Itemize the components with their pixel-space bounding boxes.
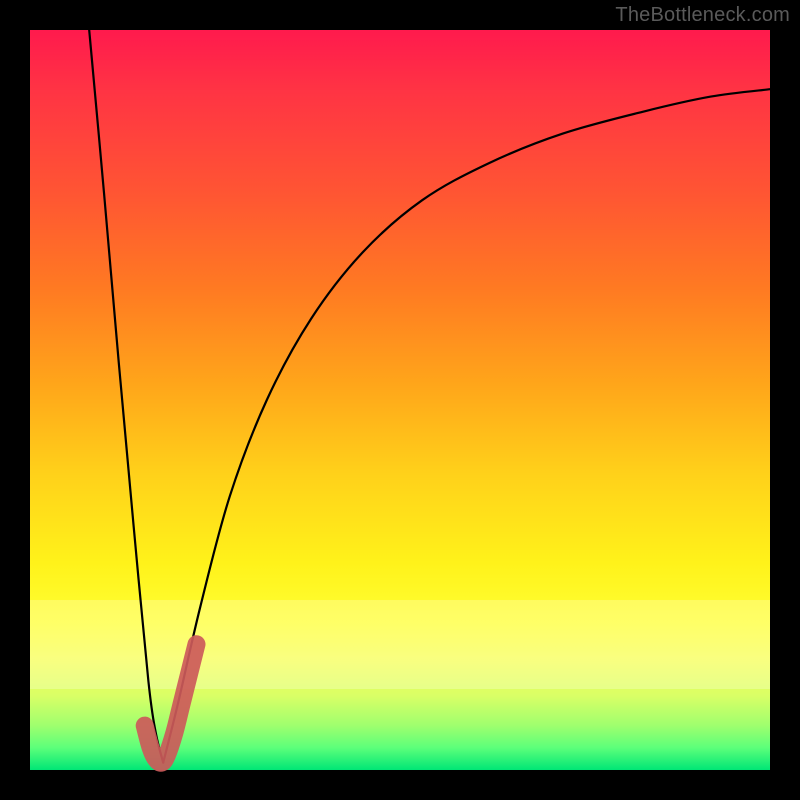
bottom-highlight-curve <box>145 644 197 763</box>
left-branch-curve <box>89 30 163 763</box>
plot-area <box>30 30 770 770</box>
right-branch-curve <box>163 89 770 762</box>
curve-layer <box>30 30 770 770</box>
watermark-text: TheBottleneck.com <box>615 4 790 27</box>
chart-frame: TheBottleneck.com <box>0 0 800 800</box>
